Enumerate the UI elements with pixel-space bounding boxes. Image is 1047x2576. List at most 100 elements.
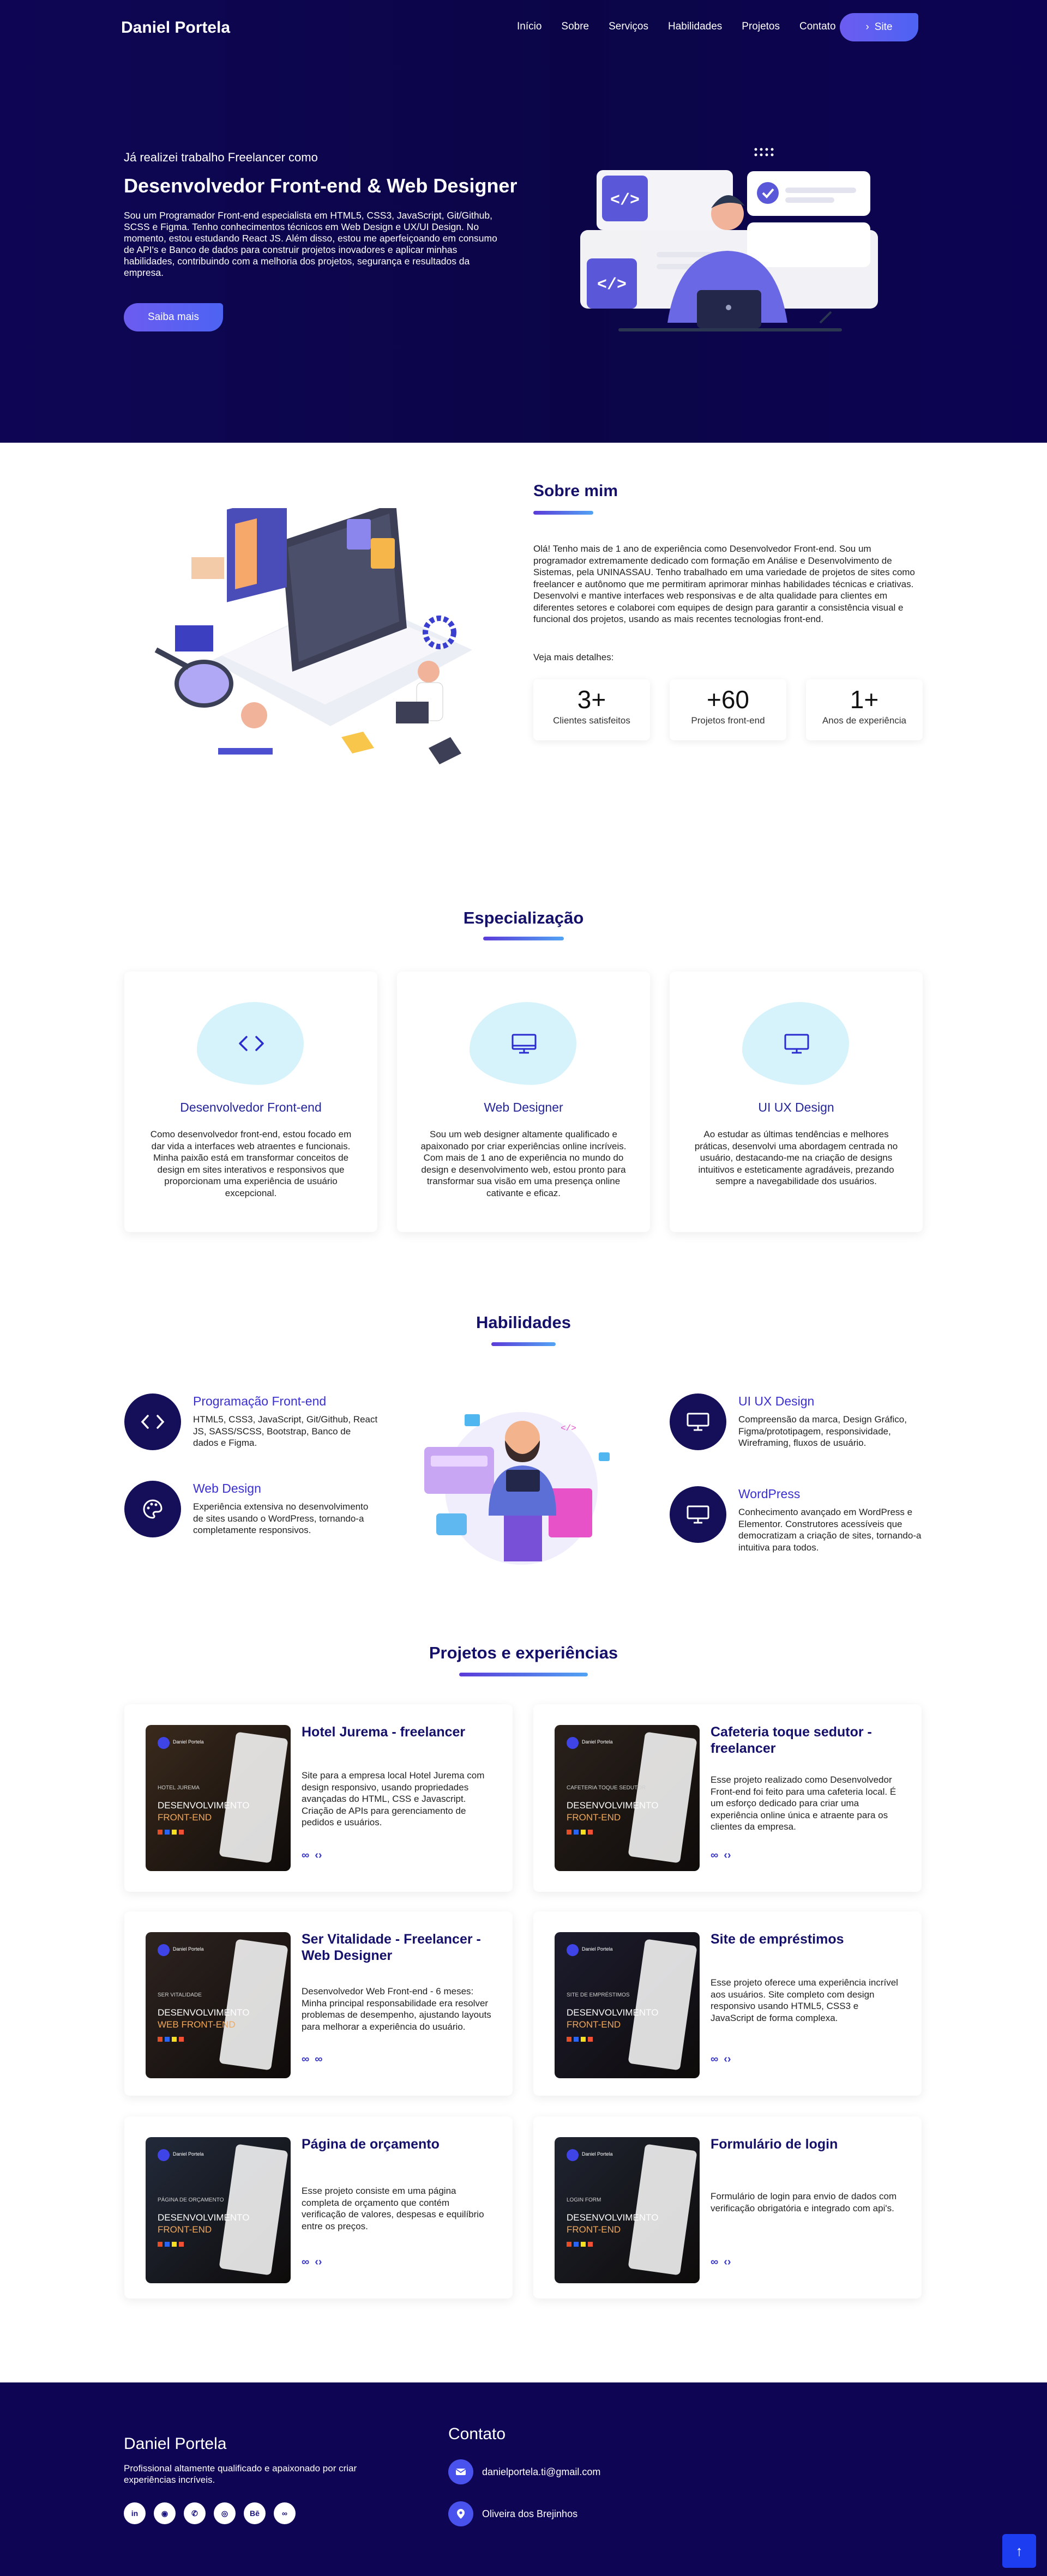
code-icon[interactable]: ‹› [724, 1849, 731, 1862]
nav-item-inicio[interactable]: Início [517, 21, 541, 33]
instagram-icon[interactable]: ◎ [214, 2502, 236, 2524]
thumb-line1: DESENVOLVIMENTO [567, 2212, 659, 2223]
project-title: Hotel Jurema - freelancer [302, 1724, 466, 1740]
whatsapp-icon[interactable]: ✆ [184, 2502, 206, 2524]
footer-location: Oliveira dos Brejinhos [482, 2508, 578, 2519]
palette-icon [143, 1499, 163, 1519]
stat-card-projects: +60 Projetos front-end [670, 679, 786, 740]
nav-item-habilidades[interactable]: Habilidades [668, 21, 722, 33]
link-icon[interactable]: ∞ [302, 1849, 309, 1862]
code-icon [141, 1415, 165, 1429]
footer-email[interactable]: danielportela.ti@gmail.com [482, 2466, 600, 2478]
specialization-underline [483, 937, 564, 940]
nav-item-servicos[interactable]: Serviços [609, 21, 648, 33]
behance-icon[interactable]: Bē [244, 2502, 266, 2524]
thumb-caption: HOTEL JUREMA [158, 1785, 200, 1791]
thumb-line1: DESENVOLVIMENTO [567, 2007, 659, 2018]
svg-text:</>: </> [610, 191, 640, 210]
site-button-label: Site [874, 21, 893, 33]
link-icon[interactable]: ∞ [711, 2256, 718, 2269]
site-button[interactable]: › Site [840, 13, 918, 41]
link-icon[interactable]: ∞ [711, 2053, 718, 2066]
thumb-caption: CAFETERIA TOQUE SEDUTOR [567, 1785, 646, 1791]
footer-email-row[interactable]: danielportela.ti@gmail.com [448, 2459, 600, 2484]
code-icon[interactable]: ‹› [724, 2256, 731, 2269]
project-thumbnail[interactable]: Daniel Portela HOTEL JUREMA DESENVOLVIMENT… [146, 1725, 291, 1871]
projects-underline [459, 1673, 588, 1676]
project-description: Formulário de login para envio de dados … [711, 2191, 897, 2213]
skills-title: Habilidades [476, 1313, 571, 1332]
spec-card-text: Sou um web designer altamente qualificad… [420, 1129, 627, 1198]
project-thumbnail[interactable]: Daniel Portela SITE DE EMPRÉSTIMOS DESENVO… [555, 1932, 700, 2078]
specialization-title: Especialização [463, 908, 584, 927]
thumb-line2: FRONT-END [158, 1812, 212, 1823]
project-links: ∞ ‹› [711, 1849, 731, 1862]
nav-item-contato[interactable]: Contato [799, 21, 836, 33]
project-thumbnail[interactable]: Daniel Portela CAFETERIA TOQUE SEDUTOR DES… [555, 1725, 700, 1871]
monitor-icon [784, 1034, 809, 1054]
github-icon[interactable]: ◉ [154, 2502, 176, 2524]
project-description: Esse projeto realizado como Desenvolvedo… [711, 1775, 896, 1832]
code-icon[interactable]: ‹› [724, 2053, 731, 2066]
stat-number: 3+ [577, 685, 606, 714]
saiba-mais-button[interactable]: Saiba mais [124, 303, 223, 331]
project-description: Site para a empresa local Hotel Jurema c… [302, 1770, 485, 1827]
project-card: Daniel Portela SER VITALIDADE DESENVOLVIME… [124, 1911, 513, 2096]
link-icon[interactable]: ∞ [711, 1849, 718, 1862]
skill-icon-circle [670, 1486, 726, 1543]
nav-item-sobre[interactable]: Sobre [561, 21, 589, 33]
thumb-line1: DESENVOLVIMENTO [567, 1800, 659, 1811]
project-links: ∞ ‹› [711, 2256, 731, 2269]
brand-logo[interactable]: Daniel Portela [121, 19, 230, 37]
project-title: Site de empréstimos [711, 1932, 844, 1947]
brand-mark-icon [158, 2149, 170, 2161]
skill-text: Experiência extensiva no desenvolvimento… [193, 1501, 369, 1535]
about-more-label: Veja mais detalhes: [533, 652, 614, 662]
linkedin-icon[interactable]: in [124, 2502, 146, 2524]
skill-title: Web Design [193, 1481, 261, 1495]
thumb-phone-mockup [628, 1732, 697, 1863]
code-icon[interactable]: ‹› [315, 1849, 322, 1862]
nav-item-projetos[interactable]: Projetos [742, 21, 780, 33]
link-icon[interactable]: ∞ [302, 2053, 309, 2066]
thumb-tech-badges [567, 2037, 593, 2042]
link-icon[interactable]: ∞ [302, 2256, 309, 2269]
svg-text:</>: </> [597, 276, 627, 294]
thumb-caption: PÁGINA DE ORÇAMENTO [158, 2197, 224, 2203]
thumb-line2: FRONT-END [567, 2224, 621, 2235]
thumb-brand: Daniel Portela [173, 2151, 204, 2157]
project-title: Página de orçamento [302, 2137, 440, 2152]
footer-social-links: in ◉ ✆ ◎ Bē ∞ [124, 2502, 296, 2524]
thumb-brand: Daniel Portela [582, 1739, 613, 1745]
main-nav: Início Sobre Serviços Habilidades Projet… [517, 21, 856, 33]
project-links: ∞ ‹› [302, 2256, 322, 2269]
mail-icon [448, 2459, 473, 2484]
projects-title: Projetos e experiências [429, 1643, 618, 1662]
code-icon [239, 1036, 264, 1051]
thumb-caption: SER VITALIDADE [158, 1992, 202, 1998]
project-title: Formulário de login [711, 2137, 838, 2152]
project-thumbnail[interactable]: Daniel Portela SER VITALIDADE DESENVOLVIME… [146, 1932, 291, 2078]
spec-card-title: Desenvolvedor Front-end [180, 1100, 322, 1114]
brand-mark-icon [158, 1737, 170, 1749]
thumb-caption: LOGIN FORM [567, 2197, 601, 2203]
project-thumbnail[interactable]: Daniel Portela PÁGINA DE ORÇAMENTO DESENVO… [146, 2137, 291, 2283]
hero-illustration: </> </> [580, 148, 878, 331]
thumb-brand: Daniel Portela [173, 1946, 204, 1952]
stat-card-clients: 3+ Clientes satisfeitos [533, 679, 650, 740]
footer-description: Profissional altamente qualificado e apa… [124, 2463, 357, 2485]
monitor-icon [687, 1505, 709, 1524]
stat-label: Anos de experiência [822, 715, 907, 726]
link-icon[interactable]: ∞ [274, 2502, 296, 2524]
back-to-top-button[interactable]: ↑ [1002, 2534, 1036, 2568]
skills-illustration: </> [424, 1412, 610, 1565]
project-thumbnail[interactable]: Daniel Portela LOGIN FORM DESENVOLVIMENTO F… [555, 2137, 700, 2283]
about-title-underline [533, 511, 593, 515]
thumb-tech-badges [158, 2242, 184, 2247]
thumb-tech-badges [158, 2037, 184, 2042]
skill-text: Conhecimento avançado em WordPress e Ele… [738, 1507, 922, 1553]
code-icon[interactable]: ‹› [315, 2256, 322, 2269]
skill-text: HTML5, CSS3, JavaScript, Git/Github, Rea… [193, 1414, 378, 1448]
skill-icon-circle [124, 1481, 181, 1537]
link-icon[interactable]: ∞ [315, 2053, 322, 2066]
